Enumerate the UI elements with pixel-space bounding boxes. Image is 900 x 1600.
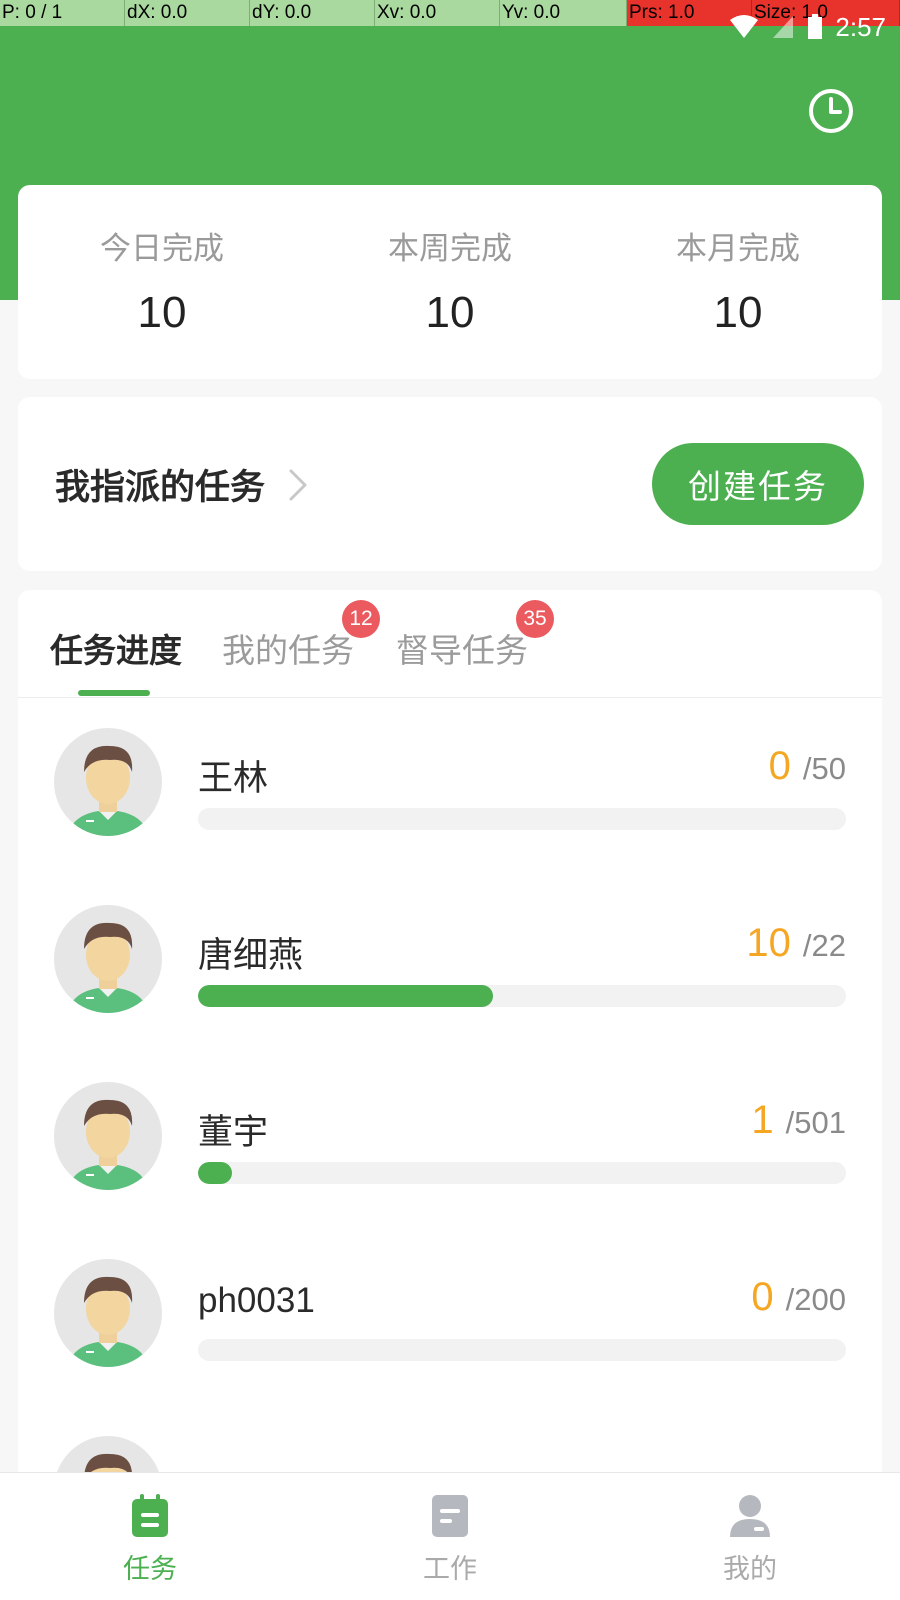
- tab-my-tasks[interactable]: 我的任务: [222, 624, 354, 672]
- debug-pointer: P: 0 / 1: [0, 0, 125, 26]
- task-count: 10/22: [746, 921, 846, 966]
- debug-dx: dX: 0.0: [125, 0, 250, 26]
- history-button[interactable]: [806, 86, 856, 136]
- stat-value: 10: [713, 288, 763, 337]
- signal-icon: [773, 16, 794, 38]
- avatar: [54, 728, 162, 836]
- stat-label: 今日完成: [100, 231, 224, 267]
- tab-supervision-tasks[interactable]: 督导任务: [396, 624, 528, 672]
- status-bar: 2:57: [729, 12, 886, 42]
- user-icon: [730, 1495, 770, 1537]
- document-icon: [432, 1495, 468, 1537]
- task-tabs: 任务进度 我的任务 12 督导任务 35: [18, 590, 882, 698]
- stat-today: 今日完成 10: [18, 185, 306, 379]
- completed-count: 10: [746, 921, 791, 965]
- avatar: [54, 905, 162, 1013]
- assigned-tasks-title: 我指派的任务: [55, 468, 266, 508]
- create-task-button[interactable]: 创建任务: [652, 443, 864, 525]
- person-name: ph0031: [198, 1281, 315, 1320]
- total-count: /200: [785, 1282, 846, 1317]
- task-count: 1/501: [751, 1098, 846, 1143]
- clipboard-icon: [132, 1494, 168, 1537]
- assigned-tasks-link[interactable]: 我指派的任务: [55, 459, 309, 510]
- total-count: /22: [802, 928, 846, 963]
- debug-dy: dY: 0.0: [250, 0, 375, 26]
- stat-label: 本周完成: [388, 231, 512, 267]
- person-name: 唐细燕: [198, 936, 304, 975]
- tab-task-progress[interactable]: 任务进度: [50, 624, 182, 672]
- progress-bar: [198, 1162, 846, 1184]
- supervision-tasks-badge: 35: [516, 600, 554, 638]
- total-count: /50: [802, 751, 846, 786]
- debug-yv: Yv: 0.0: [500, 0, 627, 26]
- stat-value: 10: [425, 288, 475, 337]
- clock-icon: [809, 89, 853, 133]
- wifi-icon: [730, 15, 759, 38]
- nav-label: 工作: [423, 1554, 477, 1585]
- nav-label: 任务: [123, 1554, 177, 1585]
- my-tasks-badge: 12: [342, 600, 380, 638]
- avatar: [54, 1259, 162, 1367]
- stat-label: 本月完成: [676, 231, 800, 267]
- task-progress-card: 任务进度 我的任务 12 督导任务 35 王林 0/50 唐细燕 10/22 董宇 1/5…: [18, 590, 882, 1544]
- progress-bar: [198, 985, 846, 1007]
- stat-month: 本月完成 10: [594, 185, 882, 379]
- person-row[interactable]: 王林 0/50: [18, 700, 882, 880]
- completion-stats-card: 今日完成 10 本周完成 10 本月完成 10: [18, 185, 882, 379]
- battery-icon: [808, 14, 823, 39]
- stat-value: 10: [137, 288, 187, 337]
- assigned-tasks-card: 我指派的任务 创建任务: [18, 397, 882, 571]
- person-row[interactable]: ph0031 0/200: [18, 1231, 882, 1411]
- person-row[interactable]: 董宇 1/501: [18, 1054, 882, 1234]
- nav-work[interactable]: 工作: [300, 1473, 600, 1600]
- avatar: [54, 1082, 162, 1190]
- chevron-right-icon: [289, 469, 307, 500]
- completed-count: 0: [751, 1275, 774, 1319]
- task-count: 0/50: [769, 744, 846, 789]
- completed-count: 1: [751, 1098, 774, 1142]
- progress-fill: [198, 985, 493, 1007]
- nav-tasks[interactable]: 任务: [0, 1473, 300, 1600]
- debug-xv: Xv: 0.0: [375, 0, 500, 26]
- total-count: /501: [785, 1105, 846, 1140]
- person-name: 董宇: [198, 1113, 269, 1152]
- progress-bar: [198, 808, 846, 830]
- person-row[interactable]: 唐细燕 10/22: [18, 877, 882, 1057]
- person-name: 王林: [198, 759, 269, 798]
- completed-count: 0: [768, 744, 791, 788]
- progress-fill: [198, 1162, 232, 1184]
- stat-week: 本周完成 10: [306, 185, 594, 379]
- nav-label: 我的: [723, 1554, 777, 1585]
- progress-bar: [198, 1339, 846, 1361]
- task-count: 0/200: [751, 1275, 846, 1320]
- bottom-navigation: 任务 工作 我的: [0, 1472, 900, 1600]
- status-time: 2:57: [835, 11, 886, 42]
- nav-mine[interactable]: 我的: [600, 1473, 900, 1600]
- active-tab-indicator: [78, 690, 150, 696]
